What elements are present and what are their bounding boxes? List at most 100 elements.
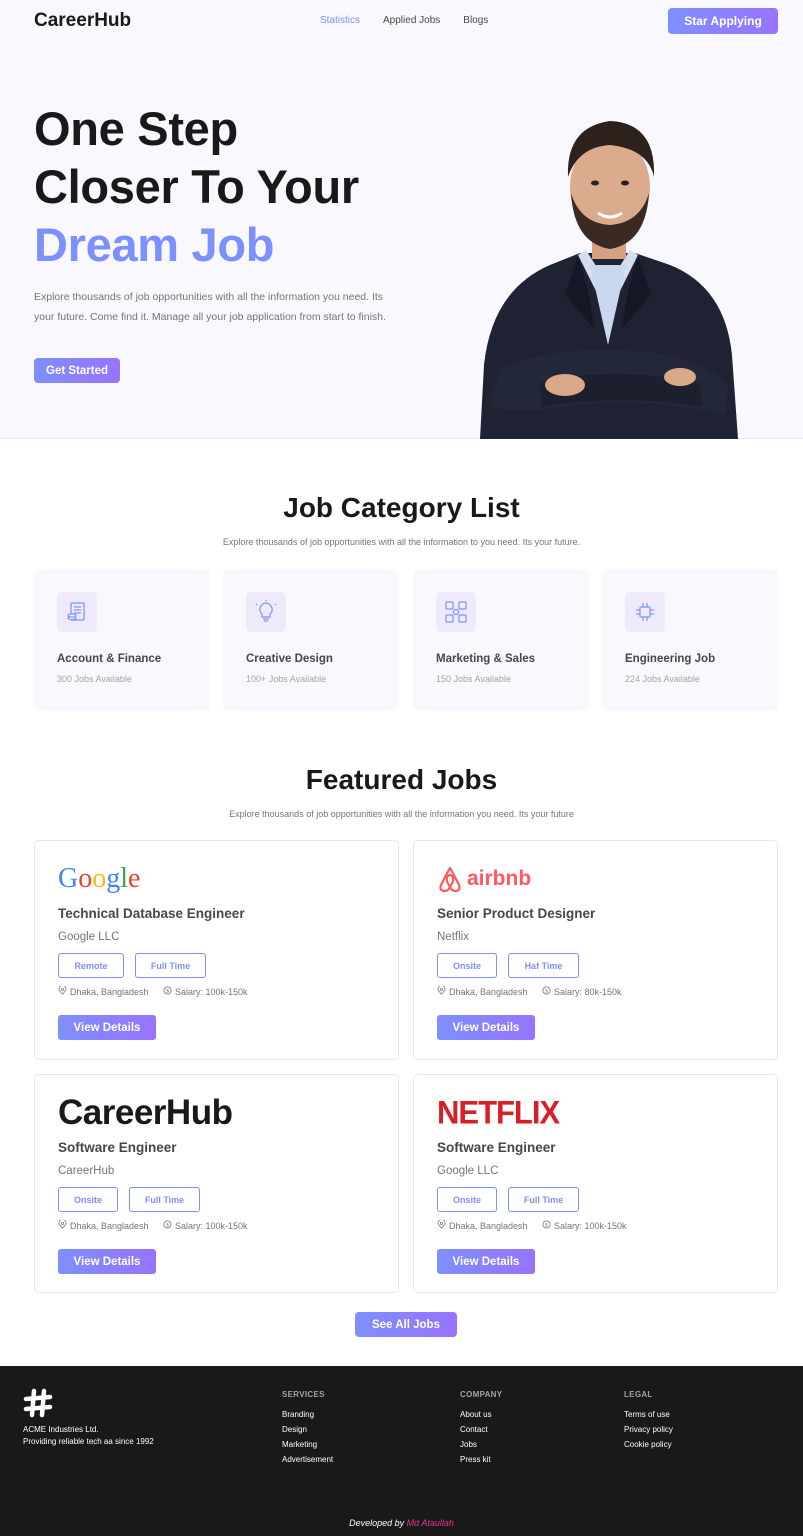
main-nav: Statistics Applied Jobs Blogs (320, 15, 488, 26)
careerhub-logo: CareerHub (58, 1093, 233, 1133)
view-details-button[interactable]: View Details (58, 1249, 156, 1274)
chip-icon (625, 592, 665, 632)
job-salary: $ Salary: 100k-150k (163, 986, 248, 997)
job-card: CareerHub Software Engineer CareerHub On… (34, 1074, 399, 1293)
airbnb-wordmark: airbnb (467, 867, 532, 890)
footer-link[interactable]: Terms of use (624, 1410, 673, 1419)
category-card-creative[interactable]: Creative Design 100+ Jobs Available (223, 569, 399, 711)
footer-company-info: ACME Industries Ltd. Providing reliable … (23, 1424, 154, 1448)
google-logo: Google (58, 859, 142, 899)
nav-applied-jobs[interactable]: Applied Jobs (383, 15, 440, 26)
footer-credit-author[interactable]: Md Ataullah (407, 1518, 454, 1528)
svg-text:$: $ (166, 1223, 169, 1229)
footer: ACME Industries Ltd. Providing reliable … (0, 1366, 803, 1536)
job-company: Netflix (437, 931, 469, 943)
category-title: Creative Design (246, 653, 333, 665)
hero-person-image (480, 121, 738, 439)
footer-link[interactable]: Branding (282, 1410, 333, 1419)
category-count: 300 Jobs Available (57, 674, 132, 684)
job-title: Software Engineer (437, 1140, 556, 1155)
footer-company-name: ACME Industries Ltd. (23, 1425, 99, 1434)
footer-link[interactable]: Jobs (460, 1440, 502, 1449)
job-salary: $ Salary: 100k-150k (163, 1220, 248, 1231)
category-card-engineering[interactable]: Engineering Job 224 Jobs Available (602, 569, 778, 711)
footer-link[interactable]: Contact (460, 1425, 502, 1434)
view-details-button[interactable]: View Details (58, 1015, 156, 1040)
job-company: Google LLC (58, 931, 120, 943)
footer-link[interactable]: Press kit (460, 1455, 502, 1464)
footer-link[interactable]: Cookie policy (624, 1440, 673, 1449)
category-section-title: Job Category List (283, 492, 520, 523)
nav-statistics[interactable]: Statistics (320, 15, 360, 26)
job-location-text: Dhaka, Bangladesh (449, 986, 528, 997)
hash-logo-icon[interactable] (23, 1388, 53, 1418)
dollar-icon: $ (542, 1220, 551, 1231)
category-card-finance[interactable]: Account & Finance 300 Jobs Available (34, 569, 210, 711)
location-pin-icon (437, 1219, 446, 1231)
job-type-tag: Onsite (437, 1187, 497, 1212)
careerhub-wordmark: CareerHub (58, 1093, 233, 1132)
job-type-tag: Onsite (58, 1187, 118, 1212)
job-time-tag: Full Time (508, 1187, 579, 1212)
hero-title-line2: Closer To Your (34, 160, 359, 213)
finance-icon (57, 592, 97, 632)
category-title: Marketing & Sales (436, 653, 536, 665)
netflix-wordmark: NETFLIX (437, 1094, 560, 1131)
dollar-icon: $ (542, 986, 551, 997)
footer-credit: Developed by Md Ataullah (0, 1518, 803, 1528)
footer-link[interactable]: Advertisement (282, 1455, 333, 1464)
footer-link[interactable]: About us (460, 1410, 502, 1419)
nav-blogs[interactable]: Blogs (463, 15, 488, 26)
see-all-jobs-button[interactable]: See All Jobs (355, 1312, 457, 1337)
footer-company-column: COMPANY About us Contact Jobs Press kit (460, 1390, 502, 1470)
category-card-marketing[interactable]: Marketing & Sales 150 Jobs Available (413, 569, 589, 711)
footer-heading: SERVICES (282, 1390, 325, 1399)
job-salary-text: Salary: 80k-150k (554, 986, 622, 997)
category-title: Account & Finance (57, 653, 162, 665)
job-type-tag: Onsite (437, 953, 497, 978)
category-section-subtitle: Explore thousands of job opportunities w… (222, 537, 581, 547)
hero-description: Explore thousands of job opportunities w… (34, 291, 386, 323)
job-time-tag: Full Time (135, 953, 206, 978)
job-card: airbnb Senior Product Designer Netflix O… (413, 840, 778, 1060)
job-title: Senior Product Designer (437, 906, 596, 921)
hero-section: CareerHub Statistics Applied Jobs Blogs … (0, 0, 803, 439)
star-applying-button[interactable]: Star Applying (668, 8, 778, 34)
brand-logo[interactable]: CareerHub (34, 10, 131, 32)
job-location-text: Dhaka, Bangladesh (70, 986, 149, 997)
job-title: Software Engineer (58, 1140, 177, 1155)
footer-heading: LEGAL (624, 1390, 653, 1399)
footer-link[interactable]: Design (282, 1425, 333, 1434)
job-salary-text: Salary: 100k-150k (175, 986, 248, 997)
job-card: NETFLIX Software Engineer Google LLC Ons… (413, 1074, 778, 1293)
job-location: Dhaka, Bangladesh (437, 985, 528, 997)
airbnb-logo: airbnb (437, 859, 531, 899)
category-count: 150 Jobs Available (436, 674, 511, 684)
svg-text:$: $ (166, 989, 169, 995)
footer-legal-column: LEGAL Terms of use Privacy policy Cookie… (624, 1390, 673, 1455)
job-salary-text: Salary: 100k-150k (175, 1220, 248, 1231)
job-time-tag: Full Time (129, 1187, 200, 1212)
marketing-icon (436, 592, 476, 632)
job-company: Google LLC (437, 1165, 499, 1177)
job-time-tag: Haf Time (508, 953, 579, 978)
job-card: Google Technical Database Engineer Googl… (34, 840, 399, 1060)
hero-title-accent: Dream Job (34, 218, 275, 271)
footer-link[interactable]: Privacy policy (624, 1425, 673, 1434)
get-started-button[interactable]: Get Started (34, 358, 120, 383)
view-details-button[interactable]: View Details (437, 1015, 535, 1040)
job-location-text: Dhaka, Bangladesh (449, 1220, 528, 1231)
hero-title-line1: One Step (34, 102, 238, 155)
footer-heading: COMPANY (460, 1390, 503, 1399)
view-details-button[interactable]: View Details (437, 1249, 535, 1274)
svg-text:$: $ (545, 1223, 548, 1229)
footer-link[interactable]: Marketing (282, 1440, 333, 1449)
location-pin-icon (58, 1219, 67, 1231)
job-salary-text: Salary: 100k-150k (554, 1220, 627, 1231)
footer-company-tagline: Providing reliable tech aa since 1992 (23, 1437, 154, 1446)
category-title: Engineering Job (625, 653, 716, 665)
job-company: CareerHub (58, 1165, 115, 1177)
featured-section-title: Featured Jobs (305, 764, 498, 795)
job-salary: $ Salary: 100k-150k (542, 1220, 627, 1231)
job-location: Dhaka, Bangladesh (58, 985, 149, 997)
